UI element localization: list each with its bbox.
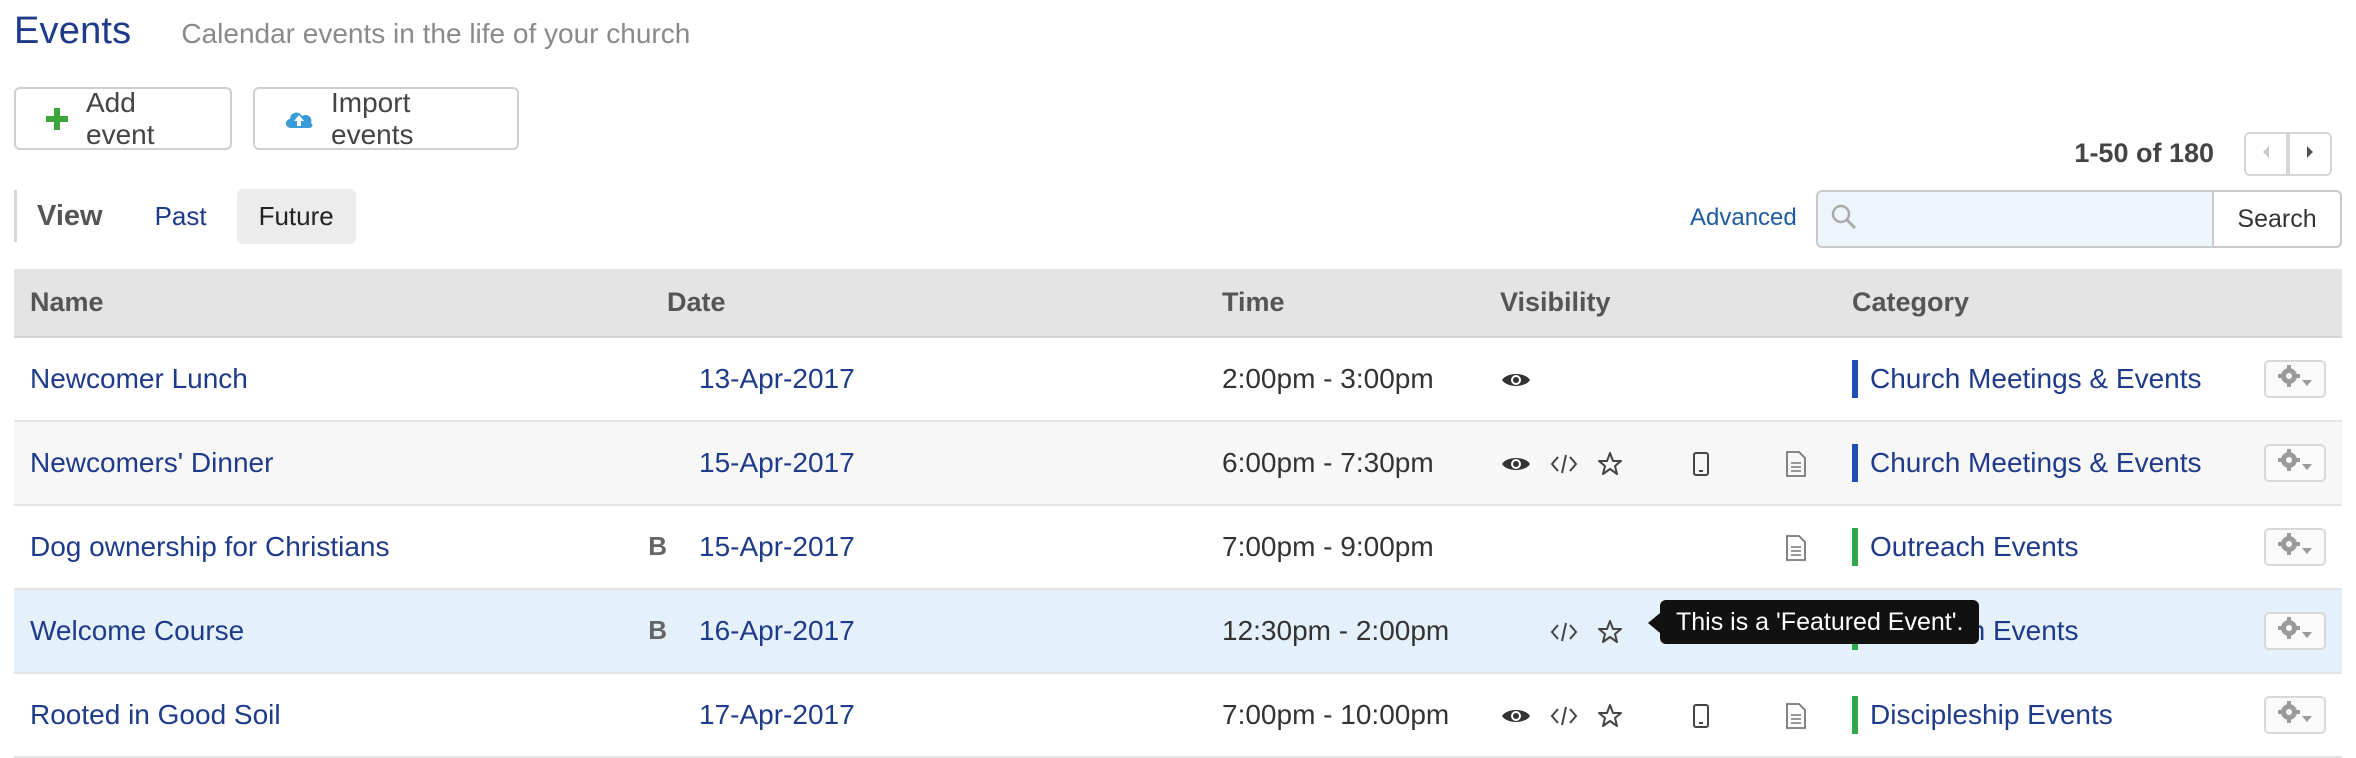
event-date-link[interactable]: 15-Apr-2017 bbox=[699, 531, 855, 562]
category-link[interactable]: Outreach Events bbox=[1870, 531, 2079, 563]
eye-icon bbox=[1500, 448, 1532, 480]
table-row[interactable]: Dog ownership for Christians B 15-Apr-2017… bbox=[14, 505, 2342, 589]
document-icon bbox=[1780, 700, 1812, 732]
gear-icon bbox=[2277, 447, 2301, 479]
chevron-right-icon bbox=[2304, 144, 2316, 165]
category-link[interactable]: Discipleship Events bbox=[1870, 699, 2113, 731]
page-subtitle: Calendar events in the life of your chur… bbox=[181, 18, 691, 49]
search-button[interactable]: Search bbox=[2214, 190, 2342, 248]
event-date-link[interactable]: 17-Apr-2017 bbox=[699, 699, 855, 730]
gear-icon bbox=[2277, 531, 2301, 563]
pager-prev-button[interactable] bbox=[2244, 132, 2288, 176]
event-name-link[interactable]: Newcomer Lunch bbox=[30, 363, 248, 394]
event-date-link[interactable]: 13-Apr-2017 bbox=[699, 363, 855, 394]
page-title: Events bbox=[14, 10, 132, 52]
pager-range: 1-50 of 180 bbox=[2074, 138, 2214, 168]
tab-past[interactable]: Past bbox=[133, 189, 229, 244]
star-icon bbox=[1594, 616, 1626, 648]
booking-badge: B bbox=[648, 615, 667, 645]
chevron-down-icon bbox=[2301, 363, 2313, 395]
gear-icon bbox=[2277, 615, 2301, 647]
event-time: 6:00pm - 7:30pm bbox=[1222, 447, 1434, 478]
category-color-bar bbox=[1852, 696, 1858, 734]
code-icon bbox=[1548, 616, 1580, 648]
tab-future[interactable]: Future bbox=[236, 188, 356, 244]
mobile-icon bbox=[1685, 448, 1717, 480]
event-date-link[interactable]: 15-Apr-2017 bbox=[699, 447, 855, 478]
mobile-icon bbox=[1685, 700, 1717, 732]
booking-badge: B bbox=[648, 531, 667, 561]
search-input[interactable] bbox=[1816, 190, 2214, 248]
pager-next-button[interactable] bbox=[2288, 132, 2332, 176]
row-actions-button[interactable] bbox=[2264, 360, 2326, 398]
visibility-icons bbox=[1500, 422, 1852, 504]
table-row[interactable]: Rooted in Good Soil 17-Apr-2017 7:00pm - 1… bbox=[14, 673, 2342, 757]
category-color-bar bbox=[1852, 360, 1858, 398]
table-row[interactable]: Newcomer Lunch 13-Apr-2017 2:00pm - 3:00pm… bbox=[14, 337, 2342, 421]
event-time: 12:30pm - 2:00pm bbox=[1222, 615, 1450, 646]
category-color-bar bbox=[1852, 528, 1858, 566]
view-label: View bbox=[37, 199, 103, 232]
column-header-category[interactable]: Category bbox=[1852, 269, 2342, 338]
event-time: 2:00pm - 3:00pm bbox=[1222, 363, 1434, 394]
table-row[interactable]: Newcomers' Dinner 15-Apr-2017 6:00pm - 7:3… bbox=[14, 421, 2342, 505]
category-link[interactable]: Church Meetings & Events bbox=[1870, 447, 2202, 479]
event-name-link[interactable]: Dog ownership for Christians bbox=[30, 531, 390, 562]
view-filter: View Past Future bbox=[14, 188, 356, 244]
table-row[interactable]: Welcome Course B 16-Apr-2017 12:30pm - 2:00… bbox=[14, 589, 2342, 673]
page-header: Events Calendar events in the life of yo… bbox=[14, 10, 690, 70]
code-icon bbox=[1548, 448, 1580, 480]
event-name-link[interactable]: Newcomers' Dinner bbox=[30, 447, 273, 478]
code-icon bbox=[1548, 700, 1580, 732]
event-date-link[interactable]: 16-Apr-2017 bbox=[699, 615, 855, 646]
column-header-time[interactable]: Time bbox=[1222, 269, 1500, 338]
chevron-down-icon bbox=[2301, 615, 2313, 647]
chevron-down-icon bbox=[2301, 447, 2313, 479]
column-header-date[interactable]: Date bbox=[667, 269, 1222, 338]
row-actions-button[interactable] bbox=[2264, 444, 2326, 482]
column-header-visibility: Visibility bbox=[1500, 269, 1852, 338]
category-link[interactable]: Church Meetings & Events bbox=[1870, 363, 2202, 395]
star-icon bbox=[1594, 448, 1626, 480]
category-color-bar bbox=[1852, 444, 1858, 482]
row-actions-button[interactable] bbox=[2264, 528, 2326, 566]
visibility-icons bbox=[1500, 506, 1852, 588]
row-actions-button[interactable] bbox=[2264, 612, 2326, 650]
add-event-label: Add event bbox=[86, 86, 155, 150]
plus-icon bbox=[44, 106, 70, 132]
event-time: 7:00pm - 10:00pm bbox=[1222, 699, 1450, 730]
event-time: 7:00pm - 9:00pm bbox=[1222, 531, 1434, 562]
document-icon bbox=[1780, 532, 1812, 564]
document-icon bbox=[1780, 448, 1812, 480]
column-header-name[interactable]: Name bbox=[14, 269, 667, 338]
gear-icon bbox=[2277, 699, 2301, 731]
visibility-icons bbox=[1500, 674, 1852, 756]
gear-icon bbox=[2277, 363, 2301, 395]
star-icon bbox=[1594, 700, 1626, 732]
eye-icon bbox=[1500, 364, 1532, 396]
eye-icon bbox=[1500, 700, 1532, 732]
advanced-search-link[interactable]: Advanced bbox=[1690, 204, 1797, 232]
row-actions-button[interactable] bbox=[2264, 696, 2326, 734]
add-event-button[interactable]: Add event bbox=[14, 87, 232, 150]
visibility-icons bbox=[1500, 338, 1852, 420]
table-header-row: Name Date Time Visibility Category bbox=[14, 269, 2342, 338]
chevron-left-icon bbox=[2260, 144, 2272, 165]
cloud-upload-icon bbox=[283, 106, 315, 132]
chevron-down-icon bbox=[2301, 531, 2313, 563]
search-bar: Search bbox=[1816, 190, 2342, 248]
import-events-button[interactable]: Import events bbox=[253, 87, 519, 150]
search-icon bbox=[1830, 203, 1858, 236]
import-events-label: Import events bbox=[331, 86, 414, 150]
event-name-link[interactable]: Welcome Course bbox=[30, 615, 244, 646]
events-table: Name Date Time Visibility Category Newco… bbox=[14, 269, 2342, 758]
featured-event-tooltip: This is a 'Featured Event'. bbox=[1660, 600, 1980, 644]
tooltip-arrow bbox=[1648, 613, 1660, 633]
event-name-link[interactable]: Rooted in Good Soil bbox=[30, 699, 281, 730]
chevron-down-icon bbox=[2301, 699, 2313, 731]
